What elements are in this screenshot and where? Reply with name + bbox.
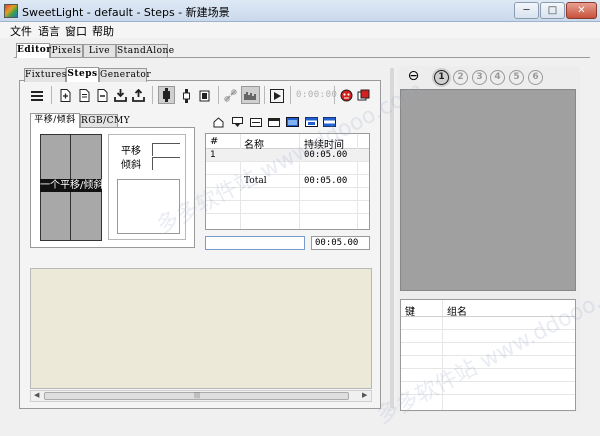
- window-title: SweetLight - default - Steps - 新建场景: [22, 6, 230, 19]
- toolbar-separator: [290, 86, 291, 104]
- tab-pantilt[interactable]: 平移/倾斜: [30, 113, 80, 128]
- right-preview[interactable]: [400, 89, 576, 291]
- clone-red-icon[interactable]: [357, 89, 370, 102]
- waveform-icon[interactable]: [241, 86, 260, 104]
- window-icon[interactable]: [268, 118, 280, 128]
- pan-field[interactable]: [152, 143, 180, 156]
- universe-4-button[interactable]: 4: [490, 70, 505, 85]
- right-edge-scrollbar[interactable]: [583, 66, 593, 412]
- step-name-input[interactable]: [205, 236, 305, 250]
- universe-2-button[interactable]: 2: [453, 70, 468, 85]
- maximize-button[interactable]: □: [540, 2, 565, 19]
- menu-file[interactable]: 文件: [10, 23, 32, 39]
- toolbar-separator: [51, 86, 52, 104]
- grid-divider: [401, 355, 575, 356]
- copy-step-icon[interactable]: [78, 89, 91, 102]
- eject-icon[interactable]: [213, 117, 224, 128]
- panel-splitter[interactable]: [390, 68, 394, 408]
- pantilt-preview-label: 一个平移/倾斜: [40, 179, 102, 192]
- align-right-icon[interactable]: [198, 89, 211, 102]
- universe-1-button[interactable]: 1: [434, 70, 449, 85]
- toolbar-separator: [218, 86, 219, 104]
- menu-icon[interactable]: [30, 89, 43, 102]
- row-duration: 00:05.00: [304, 150, 348, 160]
- record-icon[interactable]: [340, 89, 353, 102]
- total-duration: 00:05.00: [304, 176, 348, 186]
- scrollbar-grip: |||: [193, 392, 201, 399]
- table-row[interactable]: [206, 162, 369, 174]
- column-header-number: #: [210, 136, 219, 147]
- tab-editor[interactable]: Editor: [16, 43, 51, 58]
- menu-help[interactable]: 帮助: [92, 23, 114, 39]
- select-all-icon[interactable]: [286, 117, 299, 128]
- select-invert-icon[interactable]: [323, 117, 336, 128]
- grid-divider: [401, 368, 575, 369]
- steps-table-header: [206, 134, 369, 149]
- menu-window[interactable]: 窗口: [65, 23, 87, 39]
- link-icon[interactable]: [224, 89, 237, 102]
- menu-bar: [0, 22, 600, 38]
- close-button[interactable]: ✕: [566, 2, 597, 19]
- play-icon[interactable]: [270, 89, 284, 103]
- tilt-label: 倾斜: [121, 160, 141, 171]
- universe-3-button[interactable]: 3: [472, 70, 487, 85]
- grid-divider: [401, 342, 575, 343]
- toolbar-separator: [264, 86, 265, 104]
- toolbar-separator: [152, 86, 153, 104]
- minimize-button[interactable]: ─: [514, 2, 539, 19]
- scroll-right-icon[interactable]: ▶: [362, 391, 367, 399]
- workspace-area[interactable]: [30, 268, 372, 389]
- total-label: Total: [244, 176, 267, 186]
- main-tab-divider: [14, 57, 590, 58]
- select-range-icon[interactable]: [305, 117, 318, 128]
- tab-pixels[interactable]: Pixels: [50, 44, 83, 58]
- grid-divider: [401, 394, 575, 395]
- grid-divider: [401, 381, 575, 382]
- tilt-field[interactable]: [152, 157, 180, 170]
- align-center-icon[interactable]: [180, 88, 193, 103]
- tab-generator[interactable]: Generator: [99, 68, 151, 82]
- grid-divider: [206, 213, 369, 214]
- row-number: 1: [210, 150, 216, 160]
- pantilt-sub-preview[interactable]: [117, 179, 180, 234]
- pan-label: 平移: [121, 146, 141, 157]
- grid-divider: [401, 329, 575, 330]
- dropdown-icon[interactable]: [232, 117, 243, 128]
- toolbar-separator: [334, 86, 335, 104]
- tab-live[interactable]: Live: [83, 44, 116, 58]
- app-icon: [4, 4, 18, 18]
- frame-icon[interactable]: [250, 118, 262, 128]
- grid-divider: [206, 187, 369, 188]
- step-duration-input[interactable]: 00:05.00: [311, 236, 370, 250]
- export-icon[interactable]: [132, 89, 145, 102]
- universe-6-button[interactable]: 6: [528, 70, 543, 85]
- tab-fixtures[interactable]: Fixtures: [24, 68, 66, 82]
- tab-rgbcmy[interactable]: RGB/CMY: [80, 114, 130, 128]
- time-display: 0:00:00: [296, 90, 338, 100]
- align-left-icon[interactable]: [158, 86, 175, 104]
- tab-standalone[interactable]: StandAlone: [116, 44, 174, 58]
- grid-divider: [206, 200, 369, 201]
- grid-divider: [401, 316, 575, 317]
- zoom-out-button[interactable]: ⊖: [406, 69, 421, 84]
- import-icon[interactable]: [114, 89, 127, 102]
- tab-steps[interactable]: Steps: [66, 67, 99, 82]
- menu-language[interactable]: 语言: [38, 23, 60, 39]
- scroll-left-icon[interactable]: ◀: [34, 391, 39, 399]
- delete-step-icon[interactable]: [96, 89, 109, 102]
- new-step-icon[interactable]: [59, 89, 72, 102]
- universe-5-button[interactable]: 5: [509, 70, 524, 85]
